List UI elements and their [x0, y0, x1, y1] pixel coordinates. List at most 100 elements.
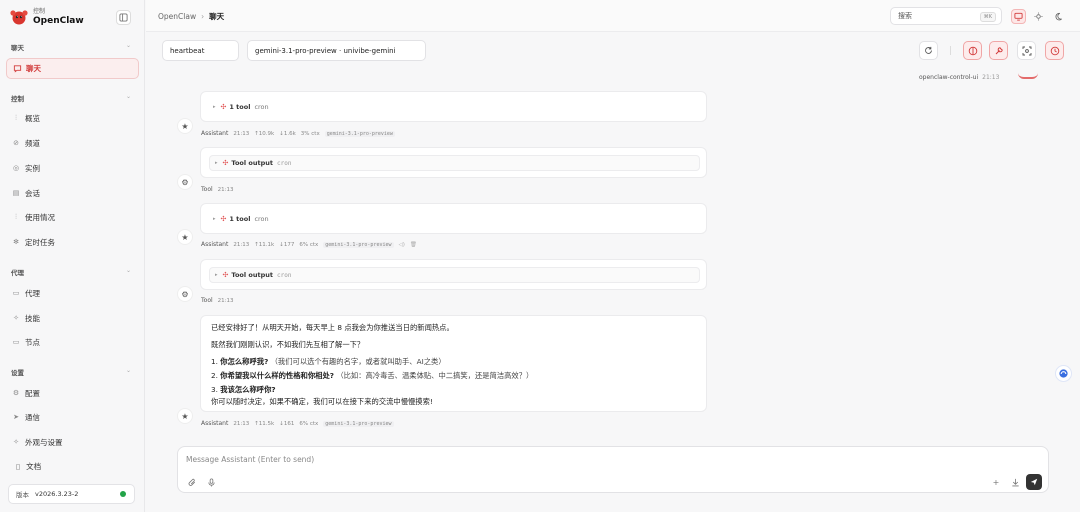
chevron-down-icon[interactable]: ⌄ [126, 267, 131, 274]
caret-right-icon: ▸ [213, 104, 216, 110]
gear-icon: ⚙ [12, 389, 20, 397]
tool-summary[interactable]: ▸ ✣ 1 tool cron [213, 215, 269, 223]
tokens-in: ↑11.1k [254, 241, 275, 248]
message-meta: Assistant 21:13 ↑11.1k ↓177 6% ctx gemin… [201, 241, 422, 248]
sidebar-item-label: 实例 [25, 163, 40, 173]
tool-summary[interactable]: ▸ ✣ 1 tool cron [213, 103, 269, 111]
assistant-message: ▸ ✣ 1 tool cron [200, 91, 707, 122]
list-number: 1. [211, 357, 218, 366]
sidebar-item-config[interactable]: ⚙ 配置 [11, 384, 137, 402]
sidebar-item-cron[interactable]: ✻ 定时任务 [11, 233, 137, 251]
list-number: 2. [211, 371, 218, 380]
list-number: 3. [211, 385, 218, 394]
search-placeholder: 搜索 [898, 12, 912, 20]
tool-count: 1 tool [229, 215, 251, 223]
tool-spark-icon: ✣ [222, 271, 229, 279]
section-label-agents[interactable]: 代理 [11, 267, 24, 277]
sidebar-item-usage[interactable]: ⫶ 使用情况 [11, 208, 137, 226]
tool-name: cron [254, 103, 269, 111]
sidebar-item-label: 节点 [25, 337, 40, 347]
theme-light-button[interactable] [1031, 9, 1046, 24]
sun-icon [1034, 11, 1043, 21]
question-bold: 你怎么称呼我? [220, 357, 269, 366]
chevron-down-icon[interactable]: ⌄ [126, 42, 131, 49]
theme-dark-button[interactable] [1051, 9, 1066, 24]
theme-switcher [1008, 7, 1074, 25]
assistant-float-button[interactable] [1055, 365, 1072, 382]
tool-message: ▸ ✣ Tool output cron [200, 147, 707, 178]
tokens-in: ↑11.5k [254, 420, 275, 427]
send-icon [1030, 478, 1038, 486]
sidebar-item-appearance[interactable]: ✧ 外观与设置 [11, 433, 137, 451]
collapse-sidebar-button[interactable] [116, 10, 131, 25]
attachment-icon[interactable] [187, 477, 197, 487]
download-icon[interactable] [1010, 477, 1020, 487]
tokens-out: ↓1.6k [279, 130, 296, 137]
tool-output-panel[interactable]: ▸ ✣ Tool output cron [209, 155, 700, 171]
trash-icon[interactable]: 🗑 [410, 242, 417, 248]
section-label-chat[interactable]: 聊天 [11, 42, 24, 52]
breadcrumb-separator: › [201, 12, 205, 21]
message-input[interactable]: Message Assistant (Enter to send) [186, 455, 314, 464]
thinking-toggle-button[interactable] [963, 41, 982, 60]
message-time: 21:13 [233, 130, 250, 137]
sidebar-item-label: 使用情况 [25, 212, 55, 222]
online-status-dot [120, 491, 126, 497]
tool-avatar: ⚙ [177, 286, 193, 302]
version-badge: 版本 v2026.3.23-2 [8, 484, 135, 504]
tool-output-summary[interactable]: ▸ ✣ Tool output cron [215, 159, 291, 167]
tools-toggle-button[interactable] [989, 41, 1008, 60]
search-input[interactable]: 搜索 ⌘K [890, 7, 1002, 25]
sidebar-item-communication[interactable]: ➤ 通信 [11, 408, 137, 426]
brand[interactable]: 控制 OpenClaw [10, 8, 84, 26]
sidebar-item-nodes[interactable]: ▭ 节点 [11, 333, 137, 351]
docs-link[interactable]: ▯ 文档 [16, 461, 41, 472]
theme-system-button[interactable] [1011, 8, 1026, 24]
brain-icon [968, 46, 977, 55]
version-label: 版本 [16, 491, 29, 499]
tool-output-label: Tool output [231, 271, 273, 279]
assistant-message: ▸ ✣ 1 tool cron [200, 203, 707, 234]
sidebar-item-agents[interactable]: ▭ 代理 [11, 284, 137, 302]
sidebar-item-channels[interactable]: ⊘ 频道 [11, 134, 137, 152]
speaker-icon[interactable]: ◁) [399, 242, 405, 248]
sidebar-item-label: 外观与设置 [25, 437, 63, 447]
question-item-3: 3. 我该怎么称呼你? [211, 385, 276, 395]
model-select[interactable]: gemini-3.1-pro-preview · univibe-gemini [247, 40, 426, 61]
message-role: Tool [201, 186, 213, 193]
question-detail: （比如：高冷毒舌、温柔体贴、中二搞笑，还是简洁高效？） [336, 371, 534, 380]
send-button[interactable] [1026, 474, 1042, 490]
context-usage: 6% ctx [299, 241, 319, 248]
tokens-out: ↓161 [279, 420, 295, 427]
section-label-settings[interactable]: 设置 [11, 367, 24, 377]
chevron-down-icon[interactable]: ⌄ [126, 367, 131, 374]
question-item-1: 1. 你怎么称呼我? （我们可以选个有趣的名字，或者就叫助手、AI之类） [211, 357, 446, 367]
sidebar-item-label: 频道 [25, 138, 40, 148]
sidebar-item-sessions[interactable]: ▤ 会话 [11, 184, 137, 202]
sidebar-item-skills[interactable]: ✧ 技能 [11, 309, 137, 327]
question-detail: （我们可以选个有趣的名字，或者就叫助手、AI之类） [270, 357, 446, 366]
session-select[interactable]: heartbeat [162, 40, 239, 61]
sidebar-item-chat[interactable]: 聊天 [6, 58, 139, 79]
section-label-control[interactable]: 控制 [11, 93, 24, 103]
cron-schedule-button[interactable] [1045, 41, 1064, 60]
sidebar-item-instances[interactable]: ◎ 实例 [11, 159, 137, 177]
gear-icon: ⚙ [181, 289, 189, 299]
microphone-icon[interactable] [206, 477, 216, 487]
breadcrumb-root[interactable]: OpenClaw [158, 12, 196, 21]
plus-icon[interactable]: + [991, 477, 1001, 487]
moon-icon [1055, 12, 1062, 20]
sidebar-item-label: 代理 [25, 288, 40, 298]
sidebar-item-overview[interactable]: ⫶ 概览 [11, 109, 137, 127]
sidebar-item-label: 会话 [25, 188, 40, 198]
tool-output-panel[interactable]: ▸ ✣ Tool output cron [209, 267, 700, 283]
focus-mode-button[interactable] [1017, 41, 1036, 60]
send-icon: ➤ [13, 413, 19, 421]
sidebar: 控制 OpenClaw 聊天 ⌄ 聊天 控制 ⌄ ⫶ 概览 ⊘ 频道 ◎ 实例 … [0, 0, 145, 512]
chevron-down-icon[interactable]: ⌄ [126, 93, 131, 100]
refresh-button[interactable] [919, 41, 938, 60]
sidebar-item-label: 概览 [25, 113, 40, 123]
breadcrumb: OpenClaw › 聊天 [158, 11, 224, 22]
tool-output-summary[interactable]: ▸ ✣ Tool output cron [215, 271, 291, 279]
message-meta: Tool 21:13 [201, 186, 239, 193]
